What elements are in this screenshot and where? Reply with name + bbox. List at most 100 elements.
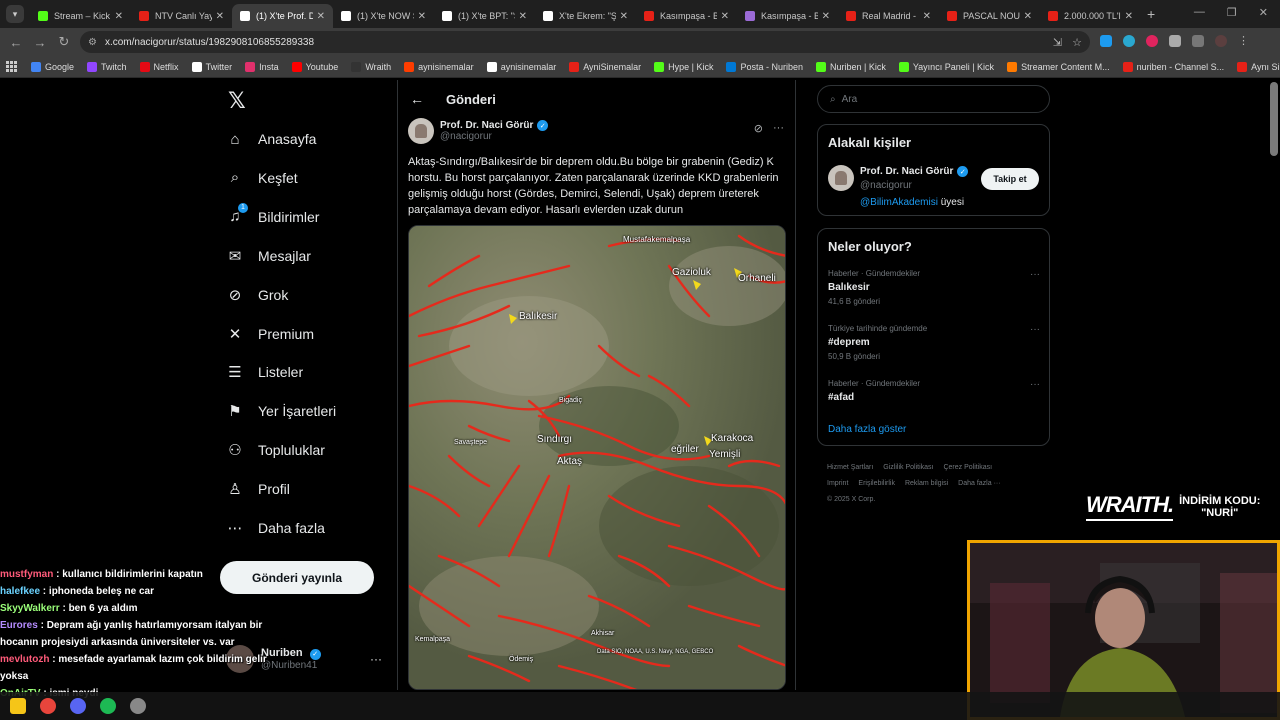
- footer-link[interactable]: Reklam bilgisi: [905, 480, 948, 487]
- tab-close-icon[interactable]: ✕: [620, 11, 628, 22]
- nav-item-mesajlar[interactable]: ✉ Mesajlar: [226, 243, 311, 269]
- media-control-icon[interactable]: [1192, 35, 1204, 47]
- extension-red-icon[interactable]: [1146, 35, 1158, 47]
- discord-icon[interactable]: [70, 698, 86, 714]
- search-input[interactable]: ⌕ Ara: [817, 85, 1050, 113]
- nav-item-topluluklar[interactable]: ⚇ Topluluklar: [226, 437, 325, 463]
- page-scrollbar[interactable]: [1270, 82, 1278, 156]
- bookmark-star-icon[interactable]: ☆: [1072, 36, 1082, 49]
- follow-button[interactable]: Takip et: [981, 168, 1039, 190]
- trend-item[interactable]: Türkiye tarihinde gündemde #deprem 50,9 B …: [828, 324, 1040, 361]
- extensions-puzzle-icon[interactable]: [1169, 35, 1181, 47]
- bookmark-item[interactable]: Youtube: [291, 61, 338, 72]
- footer-link[interactable]: Hizmet Şartları: [827, 464, 873, 471]
- nav-item-daha-fazla[interactable]: ⋯ Daha fazla: [226, 515, 325, 541]
- x-logo-icon[interactable]: 𝕏: [228, 88, 246, 114]
- nav-item-ke-fet[interactable]: ⌕ Keşfet: [226, 165, 298, 191]
- new-tab-icon[interactable]: +: [1147, 6, 1155, 22]
- nav-item-bildirimler[interactable]: ♫ 1 Bildirimler: [226, 202, 319, 230]
- author-handle[interactable]: @nacigorur: [440, 131, 548, 142]
- file-explorer-icon[interactable]: [10, 698, 26, 714]
- bookmark-item[interactable]: Posta - Nuriben: [726, 61, 803, 72]
- bookmark-item[interactable]: AyniSinemalar: [569, 61, 641, 72]
- bookmark-item[interactable]: Wraith: [351, 61, 391, 72]
- browser-tab[interactable]: 2.000.000 TL'li ✕: [1040, 4, 1141, 28]
- profile-avatar-icon[interactable]: [1215, 35, 1227, 47]
- back-icon[interactable]: ←: [4, 35, 28, 50]
- browser-tab[interactable]: (1) X'te NOW S ✕: [333, 4, 434, 28]
- nav-item-yer-i-aretleri[interactable]: ⚑ Yer İşaretleri: [226, 398, 336, 424]
- close-window-icon[interactable]: ✕: [1259, 6, 1268, 19]
- author-avatar[interactable]: [408, 118, 434, 144]
- tab-close-icon[interactable]: ✕: [923, 11, 931, 22]
- footer-link[interactable]: © 2025 X Corp.: [827, 496, 875, 503]
- tab-close-icon[interactable]: ✕: [519, 11, 527, 22]
- bookmark-item[interactable]: Nuriben | Kick: [815, 61, 886, 72]
- forward-icon[interactable]: →: [28, 35, 52, 50]
- related-avatar[interactable]: [828, 165, 854, 191]
- tab-close-icon[interactable]: ✕: [1024, 11, 1032, 22]
- chrome-icon[interactable]: [40, 698, 56, 714]
- tab-close-icon[interactable]: ✕: [721, 11, 729, 22]
- tab-close-icon[interactable]: ✕: [216, 11, 224, 22]
- bookmark-item[interactable]: Twitch: [87, 61, 127, 72]
- nav-item-profil[interactable]: ♙ Profil: [226, 476, 290, 502]
- tab-close-icon[interactable]: ✕: [822, 11, 830, 22]
- extension-globe-icon[interactable]: [1123, 35, 1135, 47]
- extension-shield-icon[interactable]: [1100, 35, 1112, 47]
- related-person[interactable]: Prof. Dr. Naci Görür ✓ @nacigorur: [860, 166, 969, 191]
- bookmark-item[interactable]: Insta: [245, 61, 279, 72]
- bookmark-item[interactable]: nuriben - Channel S...: [1122, 61, 1224, 72]
- footer-link[interactable]: Gizlilik Politikası: [883, 464, 933, 471]
- more-icon[interactable]: ···: [370, 652, 382, 666]
- bookmark-item[interactable]: Netflix: [139, 61, 179, 72]
- browser-menu-icon[interactable]: ⋮: [1238, 35, 1250, 47]
- trend-more-icon[interactable]: ···: [1030, 269, 1040, 280]
- browser-tab[interactable]: X'te Ekrem: "Ş ✕: [535, 4, 636, 28]
- browser-tab[interactable]: (1) X'te BPT: "S ✕: [434, 4, 535, 28]
- browser-tab[interactable]: (1) X'te Prof. D ✕: [232, 4, 333, 28]
- affiliation-link[interactable]: @BilimAkademisi: [860, 197, 938, 208]
- nav-item-listeler[interactable]: ☰ Listeler: [226, 359, 303, 385]
- browser-tab[interactable]: Stream – Kick D ✕: [30, 4, 131, 28]
- apps-grid-icon[interactable]: [6, 60, 17, 73]
- tweet-image-map[interactable]: Mustafakemalpaşa Gazioluk Orhaneli Balık…: [408, 225, 786, 690]
- minimize-icon[interactable]: —: [1194, 6, 1205, 19]
- url-input[interactable]: ⚙ x.com/nacigorur/status/198290810685528…: [80, 31, 1090, 53]
- show-more-link[interactable]: Daha fazla göster: [828, 424, 906, 435]
- footer-link[interactable]: Imprint: [827, 480, 848, 487]
- bookmark-item[interactable]: aynisinemalar: [404, 61, 474, 72]
- tab-close-icon[interactable]: ✕: [317, 11, 325, 22]
- back-arrow-icon[interactable]: ←: [410, 91, 430, 107]
- tab-close-icon[interactable]: ✕: [115, 11, 123, 22]
- nav-item-anasayfa[interactable]: ⌂ Anasayfa: [226, 126, 316, 152]
- bookmark-item[interactable]: Streamer Content M...: [1007, 61, 1110, 72]
- browser-tab[interactable]: Real Madrid - ✕: [838, 4, 939, 28]
- footer-link[interactable]: Çerez Politikası: [943, 464, 992, 471]
- tab-close-icon[interactable]: ✕: [1125, 11, 1133, 22]
- reload-icon[interactable]: ↻: [52, 34, 76, 50]
- install-icon[interactable]: ⇲: [1053, 36, 1062, 49]
- bookmark-item[interactable]: Twitter: [191, 61, 232, 72]
- nav-item-premium[interactable]: ✕ Premium: [226, 321, 314, 347]
- maximize-icon[interactable]: ❐: [1227, 6, 1237, 19]
- bookmark-item[interactable]: Google: [31, 61, 74, 72]
- author-name[interactable]: Prof. Dr. Naci Görür ✓: [440, 120, 549, 131]
- bookmark-item[interactable]: Hype | Kick: [654, 61, 713, 72]
- site-info-icon[interactable]: ⚙: [88, 37, 97, 48]
- bookmark-item[interactable]: Yayıncı Paneli | Kick: [898, 61, 994, 72]
- browser-tab[interactable]: PASCAL NOUM ✕: [939, 4, 1040, 28]
- browser-tab[interactable]: Kasımpaşa - Be ✕: [636, 4, 737, 28]
- spotify-icon[interactable]: [100, 698, 116, 714]
- grok-icon[interactable]: ⊘: [754, 122, 763, 135]
- footer-link[interactable]: Erişilebilirlik: [858, 480, 895, 487]
- trend-more-icon[interactable]: ···: [1030, 379, 1040, 390]
- bookmark-item[interactable]: Aynı Sinemalar - Ça...: [1237, 61, 1280, 72]
- obs-icon[interactable]: [130, 698, 146, 714]
- trend-item[interactable]: Haberler · Gündemdekiler #afad ···: [828, 379, 1040, 403]
- browser-tab[interactable]: NTV Canlı Yayı ✕: [131, 4, 232, 28]
- tweet-more-icon[interactable]: ···: [773, 122, 784, 135]
- nav-item-grok[interactable]: ⊘ Grok: [226, 282, 289, 308]
- trend-more-icon[interactable]: ···: [1030, 324, 1040, 335]
- bookmark-item[interactable]: aynisinemalar: [486, 61, 556, 72]
